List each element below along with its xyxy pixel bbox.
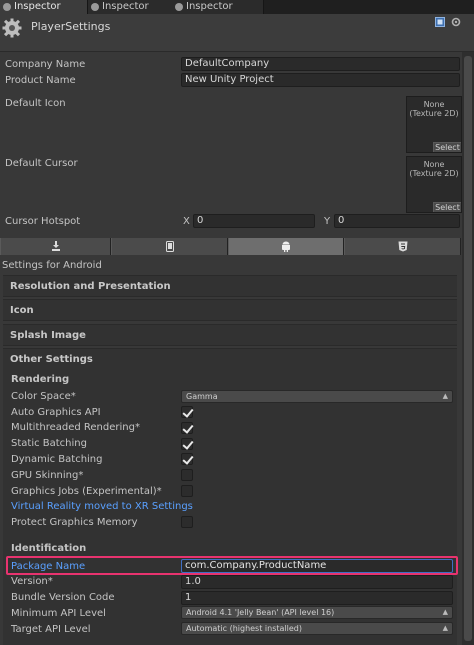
product-name-label: Product Name (5, 75, 76, 86)
other-settings-header[interactable]: Other Settings (10, 354, 93, 365)
bundle-version-code-label: Bundle Version Code (11, 592, 115, 603)
dropdown-arrow-icon: ▲ (442, 608, 448, 616)
standalone-download-icon (51, 241, 60, 251)
settings-gear-icon[interactable] (451, 17, 461, 27)
inspector-tab-icon (91, 3, 99, 11)
package-name-highlight (6, 556, 458, 575)
gear-icon (2, 18, 22, 38)
target-api-level-value: Automatic (highest installed) (186, 624, 302, 633)
minimum-api-level-value: Android 4.1 'Jelly Bean' (API level 16) (186, 608, 335, 617)
graphics-jobs-checkbox[interactable] (181, 485, 193, 497)
texture-slot-text: None (Texture 2D) (409, 100, 459, 118)
minimum-api-level-label: Minimum API Level (11, 608, 106, 619)
cursor-hotspot-label: Cursor Hotspot (5, 216, 81, 227)
protect-graphics-memory-checkbox[interactable] (181, 516, 193, 528)
product-name-field[interactable]: New Unity Project (181, 73, 460, 87)
tab-label: Inspector (14, 1, 61, 12)
dynamic-batching-label: Dynamic Batching (11, 454, 103, 465)
company-name-field[interactable]: DefaultCompany (181, 57, 460, 71)
page-title: PlayerSettings (31, 20, 111, 33)
platform-tab-android[interactable] (228, 238, 344, 255)
html5-icon (398, 241, 407, 252)
multithreaded-rendering-label: Multithreaded Rendering* (11, 422, 140, 433)
default-icon-texture-slot[interactable]: None (Texture 2D) Select (406, 96, 462, 153)
dynamic-batching-checkbox[interactable] (181, 453, 193, 465)
inspector-tab-icon (3, 3, 11, 11)
dropdown-arrow-icon: ▲ (442, 624, 448, 632)
tab-label: Inspector (102, 1, 149, 12)
tab-inspector-1[interactable]: Inspector (0, 0, 88, 14)
tab-label: Inspector (186, 1, 233, 12)
section-splash-image[interactable]: Splash Image (3, 324, 457, 346)
android-icon (282, 241, 290, 252)
texture-slot-text: None (Texture 2D) (409, 160, 459, 178)
scrollbar-thumb[interactable] (464, 56, 472, 641)
color-space-label: Color Space* (11, 391, 76, 402)
section-resolution-presentation[interactable]: Resolution and Presentation (3, 275, 457, 297)
hotspot-y-field[interactable]: 0 (334, 214, 460, 228)
protect-graphics-memory-label: Protect Graphics Memory (11, 517, 138, 528)
default-icon-select-button[interactable]: Select (433, 142, 461, 152)
static-batching-checkbox[interactable] (181, 438, 193, 450)
vr-xr-settings-link[interactable]: Virtual Reality moved to XR Settings (11, 501, 193, 512)
static-batching-label: Static Batching (11, 438, 87, 449)
platform-tab-webgl[interactable] (344, 238, 461, 255)
gpu-skinning-checkbox[interactable] (181, 469, 193, 481)
color-space-dropdown[interactable]: Gamma ▲ (181, 390, 453, 403)
bundle-version-code-field[interactable]: 1 (181, 591, 453, 605)
platform-tab-ios[interactable] (111, 238, 228, 255)
target-api-level-dropdown[interactable]: Automatic (highest installed) ▲ (181, 622, 453, 635)
platform-tab-standalone[interactable] (0, 238, 111, 255)
graphics-jobs-label: Graphics Jobs (Experimental)* (11, 486, 162, 497)
default-cursor-select-button[interactable]: Select (433, 202, 461, 212)
help-book-icon[interactable] (435, 17, 445, 27)
hotspot-x-label: X (183, 216, 190, 227)
default-cursor-texture-slot[interactable]: None (Texture 2D) Select (406, 156, 462, 213)
auto-graphics-api-checkbox[interactable] (181, 406, 193, 418)
settings-for-label: Settings for Android (2, 260, 102, 271)
rendering-heading: Rendering (11, 374, 70, 385)
auto-graphics-api-label: Auto Graphics API (11, 407, 101, 418)
section-icon[interactable]: Icon (3, 299, 457, 321)
company-name-label: Company Name (5, 59, 86, 70)
version-field[interactable]: 1.0 (181, 575, 453, 589)
tab-inspector-2[interactable]: Inspector (88, 0, 176, 14)
inspector-tab-icon (175, 3, 183, 11)
identification-heading: Identification (11, 543, 87, 554)
default-icon-label: Default Icon (5, 98, 66, 109)
color-space-value: Gamma (186, 392, 218, 401)
minimum-api-level-dropdown[interactable]: Android 4.1 'Jelly Bean' (API level 16) … (181, 606, 453, 619)
ios-device-icon (165, 241, 174, 252)
hotspot-y-label: Y (324, 216, 331, 227)
dropdown-arrow-icon: ▲ (442, 392, 448, 400)
hotspot-x-field[interactable]: 0 (193, 214, 315, 228)
gpu-skinning-label: GPU Skinning* (11, 470, 84, 481)
tab-inspector-3[interactable]: Inspector (172, 0, 264, 14)
default-cursor-label: Default Cursor (5, 158, 78, 169)
target-api-level-label: Target API Level (11, 624, 91, 635)
version-label: Version* (11, 576, 53, 587)
multithreaded-rendering-checkbox[interactable] (181, 422, 193, 434)
